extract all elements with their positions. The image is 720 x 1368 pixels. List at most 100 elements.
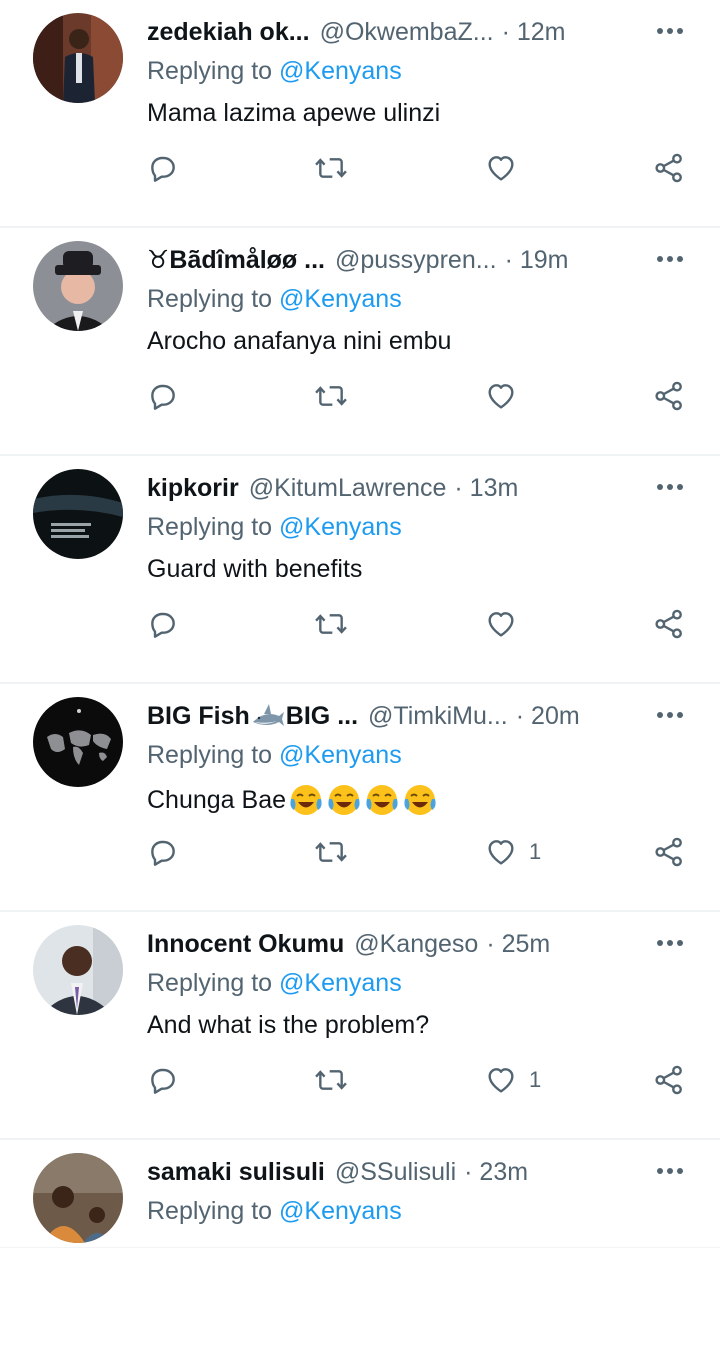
share-button[interactable] (653, 826, 685, 878)
share-button[interactable] (653, 142, 685, 194)
more-options-icon[interactable] (654, 474, 686, 500)
tears-of-joy-emoji-icon (366, 785, 398, 815)
timestamp[interactable]: · 19m (505, 246, 569, 275)
avatar[interactable] (33, 13, 123, 103)
mention-link[interactable]: @Kenyans (279, 513, 402, 541)
retweet-icon (315, 158, 347, 178)
tweet[interactable]: BIG Fish BIG ... @TimkiMu... · 20m Reply… (0, 684, 720, 912)
mention-link[interactable]: @Kenyans (279, 741, 402, 769)
timestamp[interactable]: · 20m (516, 702, 580, 731)
retweet-button[interactable] (313, 1054, 349, 1106)
display-name-part: BIG Fish (147, 701, 250, 730)
more-options-icon[interactable] (654, 246, 686, 272)
replying-to: Replying to @Kenyans (147, 285, 402, 314)
display-name[interactable]: Innocent Okumu (147, 930, 344, 959)
share-button[interactable] (653, 1054, 685, 1106)
user-handle[interactable]: @OkwembaZ... (320, 18, 494, 47)
more-options-icon[interactable] (654, 1158, 686, 1184)
tweet-text: And what is the problem? (147, 1011, 430, 1039)
retweet-icon (315, 614, 347, 634)
retweet-button[interactable] (313, 142, 349, 194)
display-name[interactable]: zedekiah ok... (147, 18, 310, 47)
timestamp[interactable]: · 25m (486, 930, 550, 959)
replying-to-label: Replying to (147, 57, 273, 85)
tweet[interactable]: zedekiah ok... @OkwembaZ... · 12m Replyi… (0, 0, 720, 228)
replying-to-label: Replying to (147, 969, 273, 997)
heart-icon (488, 384, 514, 409)
tweet[interactable]: Innocent Okumu @Kangeso · 25m Replying t… (0, 912, 720, 1140)
more-options-icon[interactable] (654, 930, 686, 956)
like-button[interactable] (485, 370, 517, 422)
reply-button[interactable] (147, 142, 179, 194)
tweet-text: Guard with benefits (147, 555, 363, 583)
tears-of-joy-emoji-icon (328, 785, 360, 815)
reply-icon (151, 1068, 175, 1094)
avatar[interactable] (33, 241, 123, 331)
tweet[interactable]: ♉Bãdîmåløø ... @pussypren... · 19m Reply… (0, 228, 720, 456)
share-icon (655, 381, 682, 411)
retweet-button[interactable] (313, 370, 349, 422)
replying-to: Replying to @Kenyans (147, 1197, 402, 1226)
replying-to-label: Replying to (147, 1197, 273, 1225)
avatar[interactable] (33, 1153, 123, 1243)
tweet[interactable]: kipkorir @KitumLawrence · 13m Replying t… (0, 456, 720, 684)
mention-link[interactable]: @Kenyans (279, 57, 402, 85)
user-handle[interactable]: @pussypren... (335, 246, 497, 275)
display-name[interactable]: ♉Bãdîmåløø ... (147, 245, 325, 275)
share-button[interactable] (653, 598, 685, 650)
replying-to-label: Replying to (147, 285, 273, 313)
more-options-icon[interactable] (654, 18, 686, 44)
retweet-button[interactable] (313, 598, 349, 650)
share-icon (655, 153, 682, 183)
tears-of-joy-emoji-icon (404, 785, 436, 815)
heart-icon (488, 1068, 514, 1093)
like-count: 1 (529, 839, 542, 864)
reply-button[interactable] (147, 1054, 179, 1106)
mention-link[interactable]: @Kenyans (279, 969, 402, 997)
replying-to: Replying to @Kenyans (147, 57, 402, 86)
retweet-icon (315, 842, 347, 862)
timestamp[interactable]: · 12m (502, 18, 566, 47)
more-options-icon[interactable] (654, 702, 686, 728)
share-button[interactable] (653, 370, 685, 422)
action-bar (147, 598, 697, 650)
display-name-suffix: BIG ... (285, 701, 359, 730)
user-handle[interactable]: @Kangeso (354, 930, 478, 959)
mention-link[interactable]: @Kenyans (279, 1197, 402, 1225)
retweet-icon (315, 1070, 347, 1090)
mention-link[interactable]: @Kenyans (279, 285, 402, 313)
user-handle[interactable]: @TimkiMu... (368, 702, 508, 731)
avatar[interactable] (33, 925, 123, 1015)
replying-to-label: Replying to (147, 741, 273, 769)
avatar[interactable] (33, 697, 123, 787)
like-button[interactable]: 1 (485, 1054, 541, 1106)
like-button[interactable]: 1 (485, 826, 541, 878)
share-icon (655, 1065, 682, 1095)
timestamp[interactable]: · 23m (464, 1158, 528, 1187)
action-bar: 1 (147, 826, 697, 878)
shark-emoji-icon (252, 704, 284, 726)
tweet-header: zedekiah ok... @OkwembaZ... · 12m (147, 15, 630, 49)
timestamp[interactable]: · 13m (454, 474, 518, 503)
user-handle[interactable]: @SSulisuli (335, 1158, 456, 1187)
display-name[interactable]: BIG Fish BIG ... (147, 702, 358, 731)
tweet-header: BIG Fish BIG ... @TimkiMu... · 20m (147, 699, 630, 733)
reply-icon (151, 156, 175, 182)
reply-button[interactable] (147, 826, 179, 878)
avatar[interactable] (33, 469, 123, 559)
reply-button[interactable] (147, 370, 179, 422)
tears-of-joy-emoji-icons (286, 783, 438, 817)
reply-button[interactable] (147, 598, 179, 650)
heart-icon (488, 840, 514, 865)
reply-feed: zedekiah ok... @OkwembaZ... · 12m Replyi… (0, 0, 720, 1368)
like-button[interactable] (485, 598, 517, 650)
action-bar (147, 142, 697, 194)
display-name[interactable]: kipkorir (147, 474, 239, 503)
like-button[interactable] (485, 142, 517, 194)
user-handle[interactable]: @KitumLawrence (249, 474, 447, 503)
tweet-text: Chunga Bae (147, 783, 438, 817)
tweet-header: kipkorir @KitumLawrence · 13m (147, 471, 630, 505)
retweet-button[interactable] (313, 826, 349, 878)
display-name[interactable]: samaki sulisuli (147, 1158, 325, 1187)
tweet-text: Mama lazima apewe ulinzi (147, 99, 441, 127)
